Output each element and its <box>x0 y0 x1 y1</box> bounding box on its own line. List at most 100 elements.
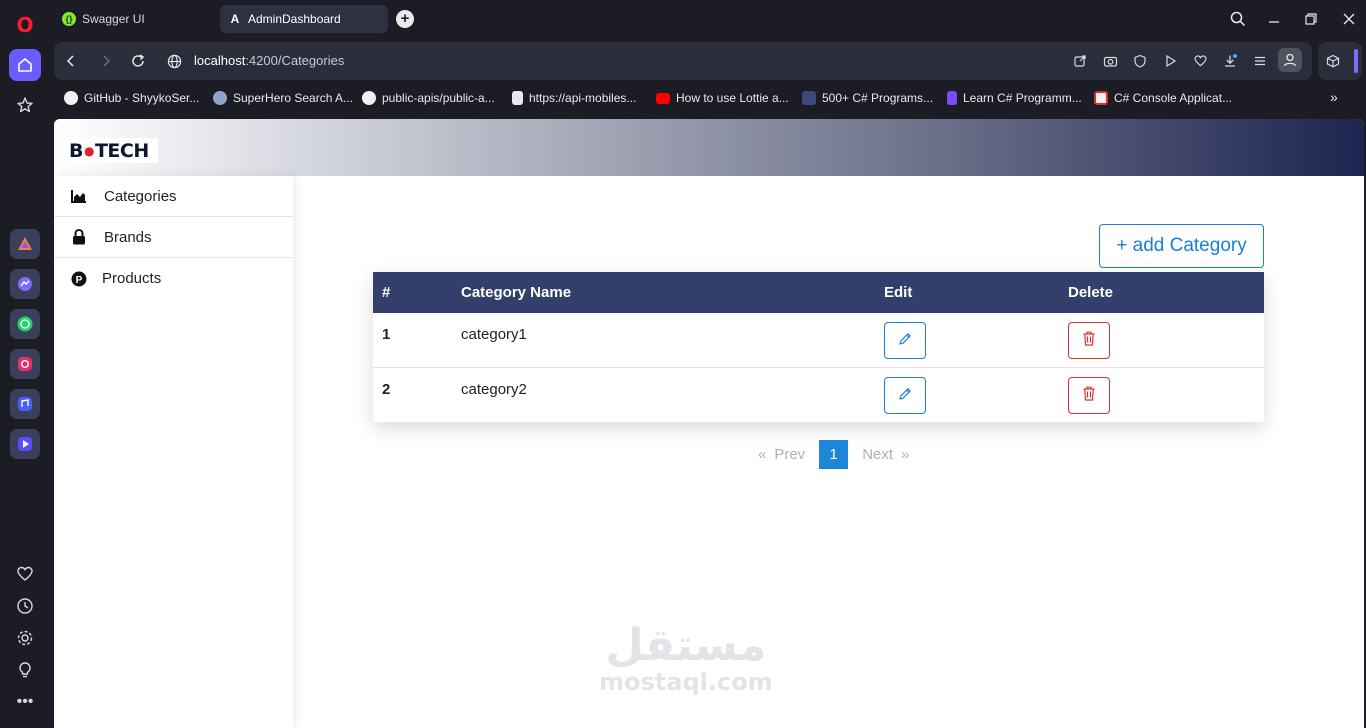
bookmark-item[interactable]: How to use Lottie a... <box>656 91 789 105</box>
table-row: 1 category1 <box>373 313 1264 368</box>
vpn-shield-icon[interactable] <box>1130 51 1150 71</box>
forward-icon[interactable] <box>95 50 117 72</box>
heart-icon[interactable] <box>13 562 37 586</box>
pagination: « Prev 1 Next » <box>754 439 913 469</box>
logo-text-b: B <box>69 139 83 162</box>
home-icon[interactable] <box>9 49 41 81</box>
sidebar-item-label: Categories <box>104 187 177 205</box>
sidebar-item-categories[interactable]: Categories <box>54 176 293 217</box>
column-header-edit: Edit <box>884 284 913 301</box>
share-icon[interactable] <box>1070 51 1090 71</box>
tab-title: AdminDashboard <box>248 12 341 26</box>
sidebar-item-label: Brands <box>104 228 152 246</box>
extensions-cube-icon[interactable] <box>1323 51 1343 71</box>
star-icon[interactable] <box>9 89 41 121</box>
bookmark-label: How to use Lottie a... <box>676 91 789 105</box>
tab-title: Swagger UI <box>82 12 145 26</box>
close-icon[interactable] <box>1338 8 1360 30</box>
youtube-icon <box>656 92 670 104</box>
column-header-category-name: Category Name <box>461 284 572 301</box>
logo-text-tech: TECH <box>94 139 149 162</box>
first-page-link[interactable]: « <box>758 446 766 463</box>
page-viewport: B ● TECH Categories Brands P Products + ad… <box>54 119 1364 728</box>
row-number: 2 <box>382 381 391 398</box>
back-icon[interactable] <box>60 50 82 72</box>
messenger-icon[interactable] <box>10 269 40 299</box>
tab-swagger[interactable]: {} Swagger UI <box>54 5 214 33</box>
bookmark-label: 500+ C# Programs... <box>822 91 934 105</box>
search-tabs-icon[interactable] <box>1227 8 1249 30</box>
swagger-icon: {} <box>62 12 76 26</box>
play-icon[interactable] <box>1160 51 1180 71</box>
table-header: # Category Name Edit Delete <box>373 272 1264 313</box>
delete-button[interactable] <box>1068 377 1110 414</box>
extensions-box <box>1318 42 1362 80</box>
favorites-heart-icon[interactable] <box>1190 51 1210 71</box>
table-row: 2 category2 <box>373 368 1264 423</box>
url-path: :4200/Categories <box>245 53 345 68</box>
watermark-latin: mostaql.com <box>599 668 773 696</box>
file-icon <box>512 91 523 105</box>
bookmark-label: GitHub - ShyykoSer... <box>84 91 200 105</box>
profile-avatar-icon[interactable] <box>1278 48 1302 72</box>
bookmark-item[interactable]: SuperHero Search A... <box>213 91 353 105</box>
instagram-icon[interactable] <box>10 349 40 379</box>
bookmark-item[interactable]: GitHub - ShyykoSer... <box>64 91 199 105</box>
more-dots-icon[interactable]: ••• <box>13 690 37 714</box>
delete-button[interactable] <box>1068 322 1110 359</box>
trash-icon <box>1081 385 1097 406</box>
angular-icon: A <box>230 12 240 26</box>
add-category-button[interactable]: + add Category <box>1099 224 1264 268</box>
new-tab-plus-icon[interactable]: + <box>396 10 414 28</box>
app-sidebar: Categories Brands P Products <box>54 176 293 728</box>
mostaql-watermark: مستقل mostaql.com <box>599 624 773 697</box>
history-icon[interactable] <box>13 594 37 618</box>
reload-icon[interactable] <box>127 50 149 72</box>
btech-logo: B ● TECH <box>64 138 158 163</box>
bookmark-label: SuperHero Search A... <box>233 91 354 105</box>
github-icon <box>64 91 78 105</box>
category-name-cell: category1 <box>461 326 527 343</box>
bookmarks-bar: GitHub - ShyykoSer... SuperHero Search A… <box>54 82 1364 116</box>
sidebar-item-brands[interactable]: Brands <box>54 217 293 258</box>
sidebar-item-products[interactable]: P Products <box>54 258 293 299</box>
app-header-banner: B ● TECH <box>54 119 1364 176</box>
more-bookmarks-chevron-icon[interactable]: » <box>1330 89 1338 105</box>
aria-icon[interactable] <box>10 229 40 259</box>
last-page-link[interactable]: » <box>901 446 909 463</box>
bookmark-item[interactable]: C# Console Applicat... <box>1094 91 1232 105</box>
page-1-link[interactable]: 1 <box>819 439 849 469</box>
bookmark-label: Learn C# Programm... <box>963 91 1082 105</box>
easy-setup-icon[interactable] <box>1250 51 1270 71</box>
edit-button[interactable] <box>884 377 926 414</box>
sidebar-accent-bar <box>1354 49 1358 73</box>
tab-admin-dashboard[interactable]: A AdminDashboard <box>220 5 388 33</box>
music-player-icon[interactable] <box>10 389 40 419</box>
bookmark-item[interactable]: 500+ C# Programs... <box>802 91 933 105</box>
bookmark-item[interactable]: public-apis/public-a... <box>362 91 495 105</box>
superhero-icon <box>213 91 227 105</box>
row-number: 1 <box>382 326 391 343</box>
sidebar-item-label: Products <box>102 270 162 287</box>
url-input[interactable]: localhost:4200/Categories <box>194 53 344 68</box>
chart-icon <box>70 187 88 205</box>
whatsapp-icon[interactable] <box>10 309 40 339</box>
site-globe-icon[interactable] <box>163 50 185 72</box>
camera-icon[interactable] <box>1100 51 1120 71</box>
column-header-delete: Delete <box>1068 284 1114 301</box>
minimize-icon[interactable] <box>1263 8 1285 30</box>
player-icon[interactable] <box>10 429 40 459</box>
opera-logo-icon[interactable]: O <box>9 9 41 41</box>
bookmark-item[interactable]: Learn C# Programm... <box>947 91 1082 105</box>
trash-icon <box>1081 330 1097 351</box>
next-page-link[interactable]: Next <box>862 446 893 463</box>
settings-gear-icon[interactable] <box>13 626 37 650</box>
bookmark-item[interactable]: https://api-mobiles... <box>512 91 636 105</box>
lightbulb-icon[interactable] <box>13 658 37 682</box>
bookmark-label: https://api-mobiles... <box>529 91 637 105</box>
restore-icon[interactable] <box>1300 8 1322 30</box>
prev-page-link[interactable]: Prev <box>774 446 805 463</box>
download-icon[interactable] <box>1220 51 1240 71</box>
edit-button[interactable] <box>884 322 926 359</box>
category-name-cell: category2 <box>461 381 527 398</box>
